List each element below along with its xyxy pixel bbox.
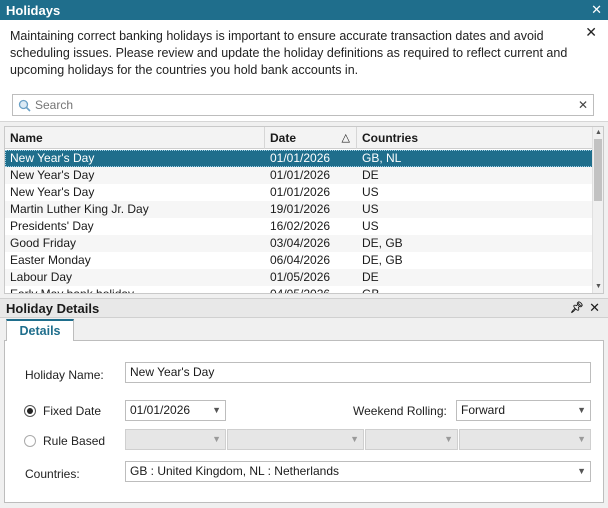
countries-label: Countries: (25, 467, 80, 481)
cell-name: New Year's Day (10, 151, 95, 165)
cell-name: Labour Day (10, 270, 73, 284)
chevron-down-icon: ▼ (350, 434, 359, 444)
rule-month-select[interactable]: ▼ (365, 429, 458, 450)
fixed-date-radio[interactable] (24, 405, 36, 417)
chevron-down-icon: ▼ (577, 405, 586, 415)
sort-ascending-icon: △ (341, 132, 350, 144)
cell-countries: GB (362, 287, 380, 294)
search-input[interactable] (33, 98, 573, 112)
fixed-date-label: Fixed Date (43, 404, 102, 418)
cell-name: Presidents' Day (10, 219, 94, 233)
table-row[interactable]: New Year's Day 01/01/2026 DE (5, 167, 593, 184)
details-form: Holiday Name: New Year's Day Fixed Date … (4, 341, 604, 503)
info-message: Maintaining correct banking holidays is … (10, 29, 568, 77)
column-header-date-label: Date (270, 131, 297, 145)
holidays-grid: Name Date △ Countries New Year's Day 01/0… (4, 126, 604, 294)
pin-icon[interactable]: 📌︎ (570, 301, 584, 314)
rule-based-radio[interactable] (24, 435, 36, 447)
chevron-down-icon: ▼ (444, 434, 453, 444)
rule-offset-select[interactable]: ▼ (459, 429, 591, 450)
table-row[interactable]: New Year's Day 01/01/2026 GB, NL (5, 150, 593, 167)
cell-date: 01/01/2026 (270, 168, 331, 182)
cell-name: New Year's Day (10, 185, 95, 199)
cell-date: 19/01/2026 (270, 202, 331, 216)
table-row[interactable]: Martin Luther King Jr. Day 19/01/2026 US (5, 201, 593, 218)
rule-based-label: Rule Based (43, 434, 106, 448)
rule-occurrence-select[interactable]: ▼ (125, 429, 226, 450)
scroll-up-icon[interactable]: ▲ (593, 127, 603, 139)
details-close-icon[interactable]: ✕ (589, 300, 600, 316)
cell-countries: GB, NL (362, 151, 402, 165)
grid-vertical-scrollbar[interactable]: ▲ ▼ (592, 127, 603, 293)
column-header-name[interactable]: Name (5, 127, 265, 149)
window-title: Holidays (6, 2, 61, 18)
cell-date: 04/05/2026 (270, 287, 331, 294)
info-close-icon[interactable]: ✕ (585, 24, 597, 41)
grid-rows: New Year's Day 01/01/2026 GB, NL New Year's… (5, 150, 593, 294)
countries-select[interactable]: GB : United Kingdom, NL : Netherlands ▼ (125, 461, 591, 482)
rule-weekday-select[interactable]: ▼ (227, 429, 364, 450)
details-tabstrip: Details (4, 319, 604, 342)
details-panel-header: Holiday Details 📌︎ ✕ (0, 298, 608, 318)
chevron-down-icon: ▼ (577, 466, 586, 476)
cell-countries: DE, GB (362, 253, 403, 267)
cell-countries: DE, GB (362, 236, 403, 250)
cell-date: 01/01/2026 (270, 151, 331, 165)
cell-date: 03/04/2026 (270, 236, 331, 250)
cell-name: Good Friday (10, 236, 77, 250)
holiday-name-input[interactable]: New Year's Day (125, 362, 591, 383)
weekend-rolling-value: Forward (461, 403, 506, 417)
column-header-date[interactable]: Date △ (265, 127, 357, 149)
chevron-down-icon: ▼ (212, 405, 221, 415)
tab-details[interactable]: Details (6, 319, 74, 342)
table-row[interactable]: Labour Day 01/05/2026 DE (5, 269, 593, 286)
column-header-countries[interactable]: Countries (357, 127, 593, 149)
cell-name: Easter Monday (10, 253, 91, 267)
table-row[interactable]: Easter Monday 06/04/2026 DE, GB (5, 252, 593, 269)
table-row[interactable]: Good Friday 03/04/2026 DE, GB (5, 235, 593, 252)
table-row[interactable]: New Year's Day 01/01/2026 US (5, 184, 593, 201)
table-row[interactable]: Early May bank holiday 04/05/2026 GB (5, 286, 593, 294)
search-clear-icon[interactable]: ✕ (573, 98, 593, 112)
chevron-down-icon: ▼ (212, 434, 221, 444)
cell-date: 16/02/2026 (270, 219, 331, 233)
window-close-icon[interactable]: ✕ (591, 2, 602, 18)
scroll-down-icon[interactable]: ▼ (593, 281, 603, 293)
chevron-down-icon: ▼ (577, 434, 586, 444)
cell-countries: US (362, 202, 379, 216)
cell-name: Early May bank holiday (10, 287, 135, 294)
cell-date: 01/01/2026 (270, 185, 331, 199)
scrollbar-thumb[interactable] (594, 139, 602, 201)
holiday-name-label: Holiday Name: (25, 368, 104, 382)
fixed-date-picker[interactable]: 01/01/2026 ▼ (125, 400, 226, 421)
details-panel-title: Holiday Details (6, 300, 100, 316)
cell-countries: US (362, 185, 379, 199)
cell-date: 01/05/2026 (270, 270, 331, 284)
window-titlebar: Holidays ✕ (0, 0, 608, 20)
grid-header: Name Date △ Countries (5, 127, 593, 149)
cell-countries: US (362, 219, 379, 233)
search-box[interactable]: ✕ (12, 94, 594, 116)
search-icon (15, 96, 33, 114)
cell-name: Martin Luther King Jr. Day (10, 202, 149, 216)
cell-name: New Year's Day (10, 168, 95, 182)
fixed-date-value: 01/01/2026 (130, 403, 191, 417)
weekend-rolling-label: Weekend Rolling: (353, 404, 447, 418)
countries-value: GB : United Kingdom, NL : Netherlands (130, 464, 339, 478)
table-row[interactable]: Presidents' Day 16/02/2026 US (5, 218, 593, 235)
weekend-rolling-select[interactable]: Forward ▼ (456, 400, 591, 421)
cell-countries: DE (362, 168, 379, 182)
cell-countries: DE (362, 270, 379, 284)
cell-date: 06/04/2026 (270, 253, 331, 267)
